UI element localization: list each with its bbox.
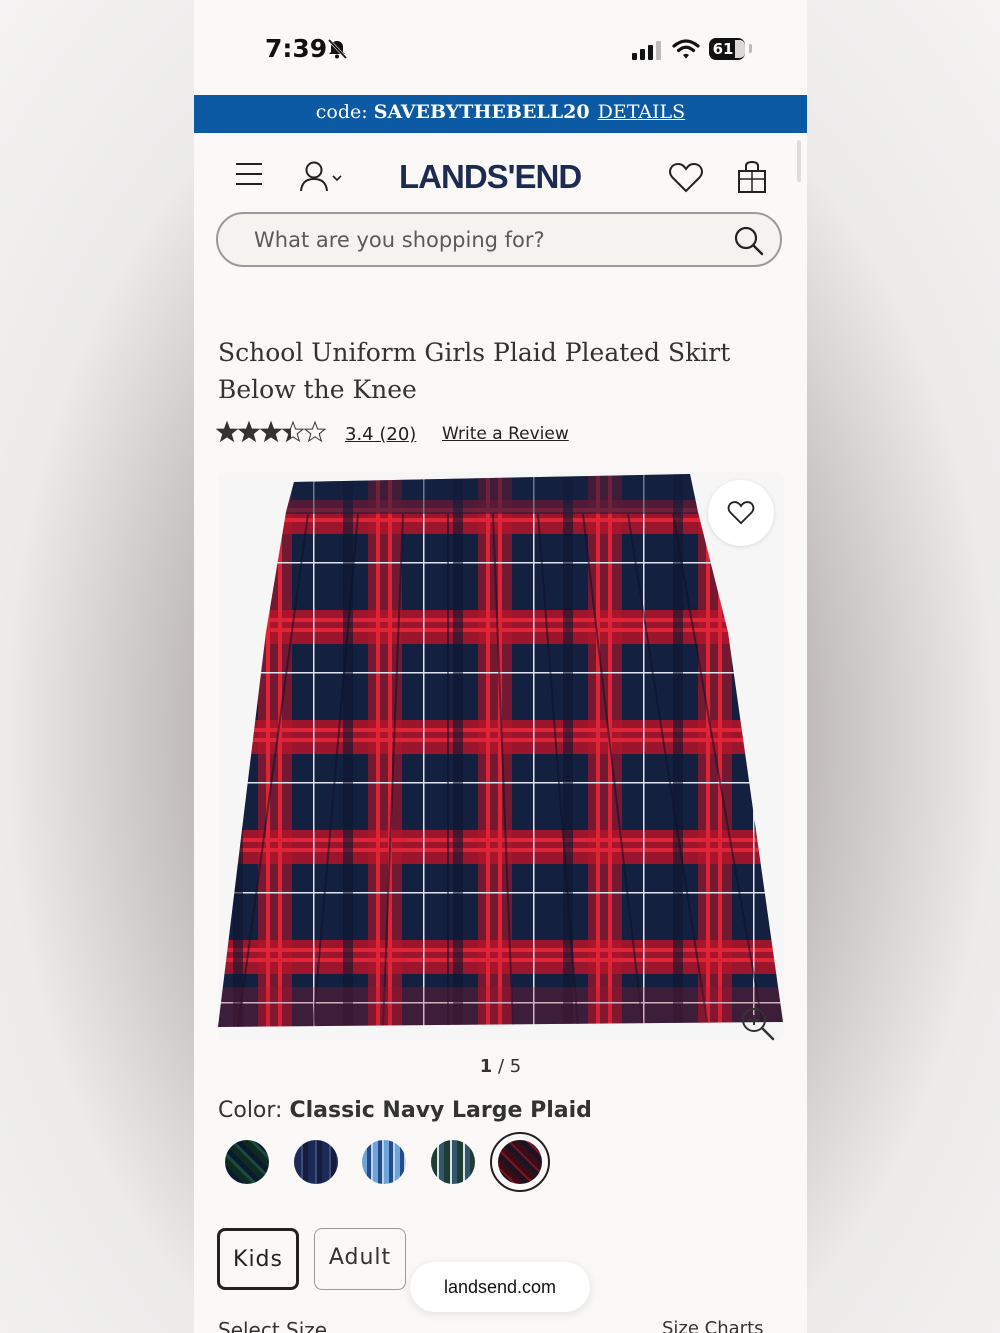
favorite-button[interactable] [708,480,774,546]
heart-icon[interactable] [668,162,704,194]
shopping-bag-icon[interactable] [737,160,767,194]
menu-icon[interactable] [236,163,262,193]
search-bar [216,212,782,267]
product-title: School Uniform Girls Plaid Pleated Skirt… [218,338,731,404]
color-swatch-4[interactable] [431,1140,475,1184]
status-bar: 7:39 61 [194,0,807,95]
status-time: 7:39 [265,34,328,63]
battery-tip [749,44,752,53]
account-icon[interactable] [300,160,344,194]
rating-link[interactable]: 3.4 (20) [345,424,416,445]
browser-url-pill[interactable]: landsend.com [410,1262,590,1312]
promo-code: SAVEBYTHEBELL20 [373,101,590,123]
star-rating-icon [216,420,328,451]
pager-current: 1 [479,1056,493,1077]
color-swatch-3[interactable] [362,1140,406,1184]
tab-kids[interactable]: Kids [217,1228,299,1290]
bell-muted-icon [327,38,348,60]
product-image[interactable] [218,472,784,1040]
color-label: Color: Classic Navy Large Plaid [218,1098,592,1123]
promo-details-link[interactable]: DETAILS [598,101,686,123]
wifi-icon [672,39,700,59]
scrollbar[interactable] [797,140,801,182]
write-review-link[interactable]: Write a Review [442,424,569,444]
size-charts-link[interactable]: Size Charts [662,1318,764,1333]
plaid-skirt-image [218,472,784,1040]
select-size-label: Select Size [218,1318,328,1333]
review-count: (20) [379,424,417,445]
color-selected-name: Classic Navy Large Plaid [289,1098,592,1123]
phone-screen: 7:39 61 code: SAVEBYTHEBELL20 DETAILS LA… [194,0,807,1333]
promo-banner: code: SAVEBYTHEBELL20 DETAILS [194,95,807,133]
pager-total: / 5 [498,1056,522,1077]
brand-logo[interactable]: LANDS'END [399,158,582,196]
rating-value: 3.4 [345,424,374,445]
color-swatch-5[interactable] [498,1140,542,1184]
color-swatch-2[interactable] [294,1140,338,1184]
stars-graphic [216,421,326,442]
tab-adult[interactable]: Adult [314,1228,406,1290]
heart-icon [727,501,755,525]
color-label-prefix: Color: [218,1098,290,1123]
promo-prefix: code: [315,101,374,123]
battery-percent: 61 [712,40,734,58]
zoom-in-icon[interactable] [740,1006,776,1042]
search-input[interactable] [254,226,714,254]
image-pager: 1 / 5 [194,1056,807,1077]
cellular-signal-icon [632,41,661,60]
search-icon[interactable] [733,225,765,257]
color-swatch-1[interactable] [225,1140,269,1184]
